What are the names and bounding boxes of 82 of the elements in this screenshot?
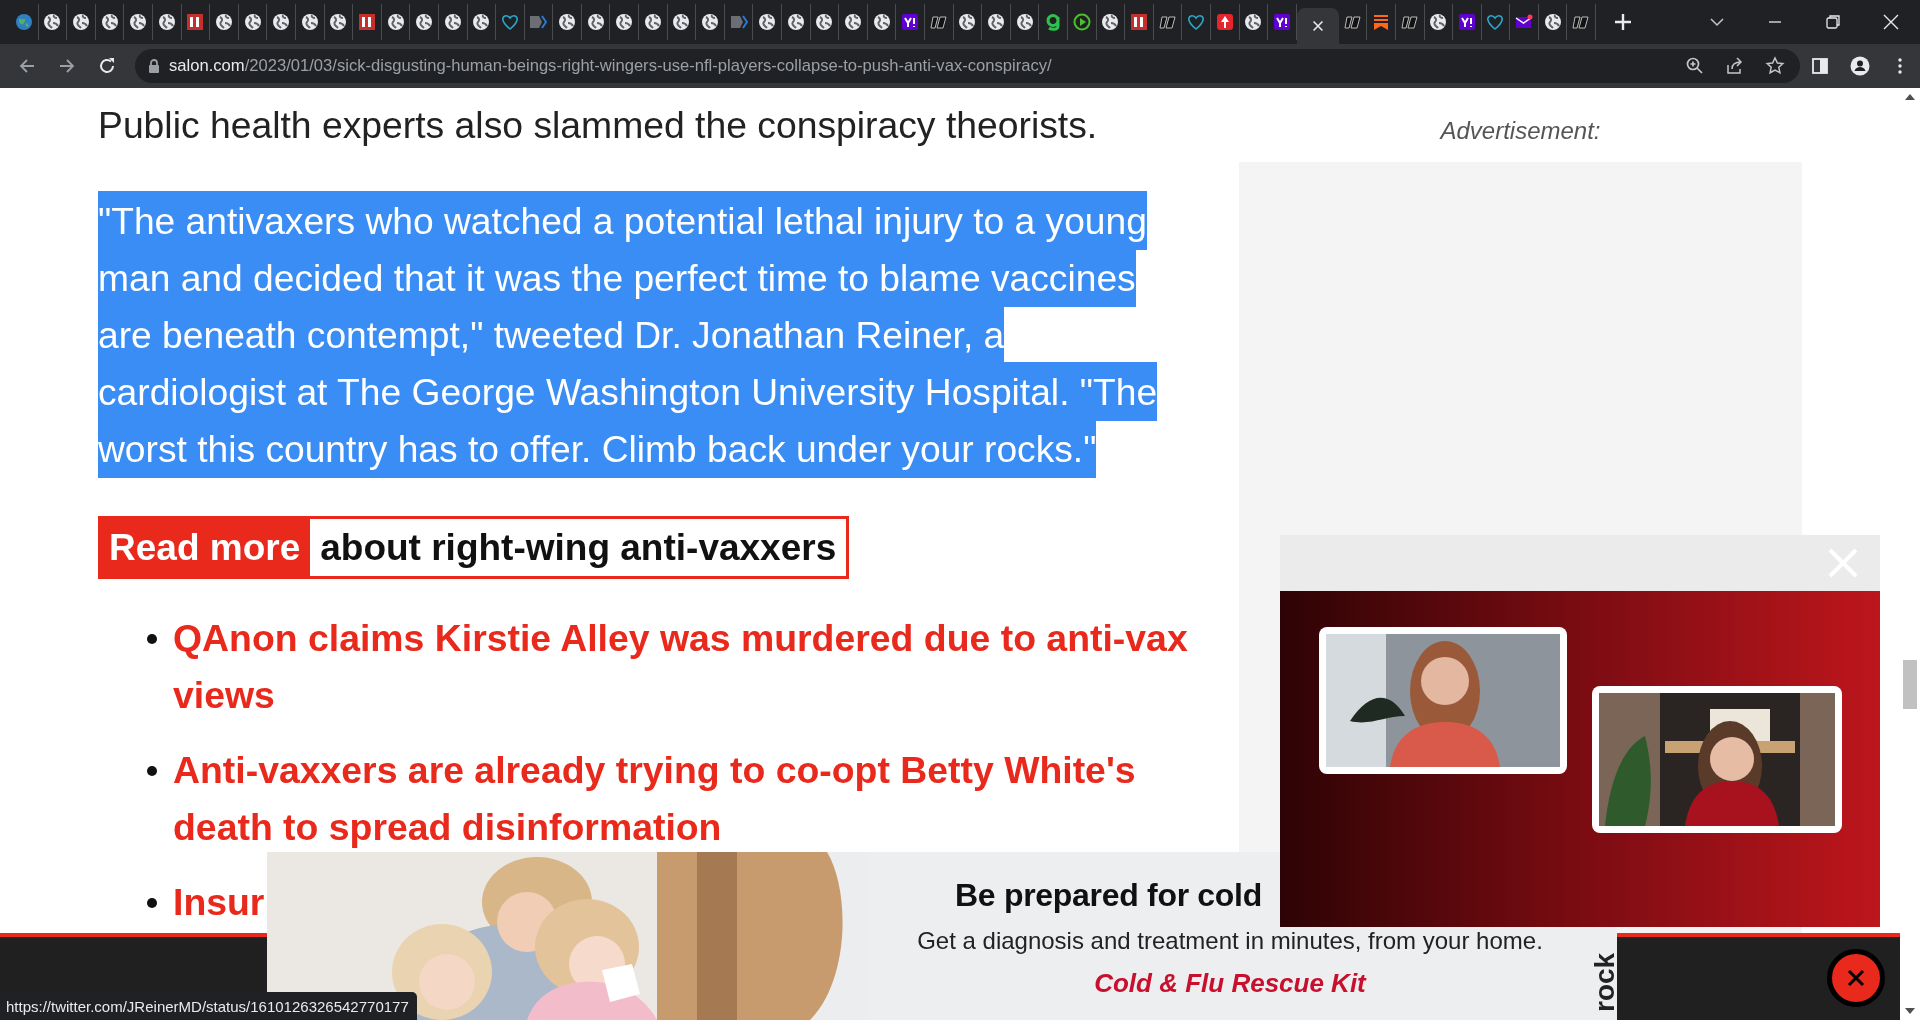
scroll-down-icon[interactable] (1905, 1008, 1915, 1014)
address-bar[interactable]: salon.com/2023/01/03/sick-disgusting-human-beings-right-wingers-use-nfl-players-collapse-to-push-anti-vax-conspiracy/ (135, 49, 1800, 83)
mail-icon (1515, 13, 1534, 31)
globe-icon (672, 13, 691, 31)
globe-icon (214, 13, 233, 31)
heart-icon (1486, 13, 1505, 31)
globe-icon (1101, 13, 1120, 31)
globe-icon (872, 13, 891, 31)
restore-icon[interactable] (1823, 12, 1843, 32)
lock-icon[interactable] (147, 58, 161, 74)
globe-icon (1429, 13, 1448, 31)
globe-icon (701, 13, 720, 31)
logo-icon (1400, 13, 1419, 31)
globe-icon (844, 13, 862, 31)
globe-icon (786, 13, 805, 31)
globe-icon (72, 13, 90, 31)
globe-icon (157, 13, 176, 31)
star-icon[interactable] (1765, 56, 1785, 76)
reload-icon[interactable] (97, 56, 117, 76)
globe-icon (586, 13, 605, 31)
bullet (147, 634, 157, 644)
ad-body-text: Get a diagnosis and treatment in minutes, from your home. (917, 926, 1543, 956)
ad-label: Advertisement: (1440, 116, 1601, 146)
bullet (147, 898, 157, 908)
scroll-up-icon[interactable] (1905, 94, 1915, 100)
globe-icon (43, 13, 62, 31)
globe-icon (758, 13, 777, 31)
globe-icon (329, 13, 348, 31)
tag-icon (729, 13, 748, 31)
globe-icon (615, 13, 634, 31)
logo-icon (1158, 13, 1177, 31)
profile-icon[interactable] (1850, 56, 1870, 76)
paragraph: Public health experts also slammed the conspiracy theorists. (98, 103, 1099, 148)
logo-icon (1572, 13, 1591, 31)
bullet (147, 766, 157, 776)
logo-icon (1044, 13, 1063, 31)
globe-icon (1543, 13, 1562, 31)
globe-icon (272, 13, 291, 31)
globe-icon (472, 13, 491, 31)
globe-icon (815, 13, 834, 31)
logo-icon (1272, 13, 1291, 31)
status-url: https://twitter.com/JReinerMD/status/1610126326542770177 (0, 992, 417, 1020)
share-icon[interactable] (1725, 56, 1745, 76)
bookmark-icon (1372, 13, 1391, 31)
zoom-icon[interactable] (1685, 56, 1705, 76)
ad-brand-logo: rock (1594, 952, 1616, 1012)
earth-icon (14, 13, 33, 31)
globe-icon (415, 13, 434, 31)
logo-icon (929, 13, 948, 31)
globe-icon (987, 13, 1005, 31)
article-link[interactable]: QAnon claims Kirstie Alley was murdered due to anti-vax views (173, 610, 1188, 724)
globe-icon (243, 13, 262, 31)
play-icon (1072, 13, 1091, 31)
globe-icon (100, 13, 119, 31)
globe-icon (1244, 13, 1263, 31)
side-panel-icon[interactable] (1810, 56, 1830, 76)
ad-headline: Be prepared for cold (955, 876, 1262, 915)
close-icon[interactable] (1881, 12, 1901, 32)
read-more-label: Read more (101, 519, 311, 576)
globe-icon (300, 13, 319, 31)
article-link[interactable]: Insur (173, 874, 265, 931)
logo-icon (1343, 13, 1362, 31)
alert-icon (1215, 13, 1234, 31)
globe-icon (443, 13, 462, 31)
scrollbar-thumb[interactable] (1903, 660, 1917, 709)
globe-icon (958, 13, 977, 31)
globe-icon (643, 13, 662, 31)
close-icon (1847, 969, 1865, 987)
heart-icon (1187, 13, 1206, 31)
logo-icon (186, 13, 205, 31)
logo-icon (1129, 13, 1148, 31)
logo-icon (901, 13, 920, 31)
globe-icon (129, 13, 148, 31)
ad-link[interactable]: Cold & Flu Rescue Kit (1094, 967, 1366, 999)
heart-icon (500, 13, 519, 31)
logo-icon (1457, 13, 1476, 31)
globe-icon (386, 13, 405, 31)
read-more-topic: about right-wing anti-vaxxers (319, 525, 838, 570)
tag-icon (529, 13, 548, 31)
globe-icon (1015, 13, 1034, 31)
logo-icon (357, 13, 376, 31)
globe-icon (558, 13, 577, 31)
